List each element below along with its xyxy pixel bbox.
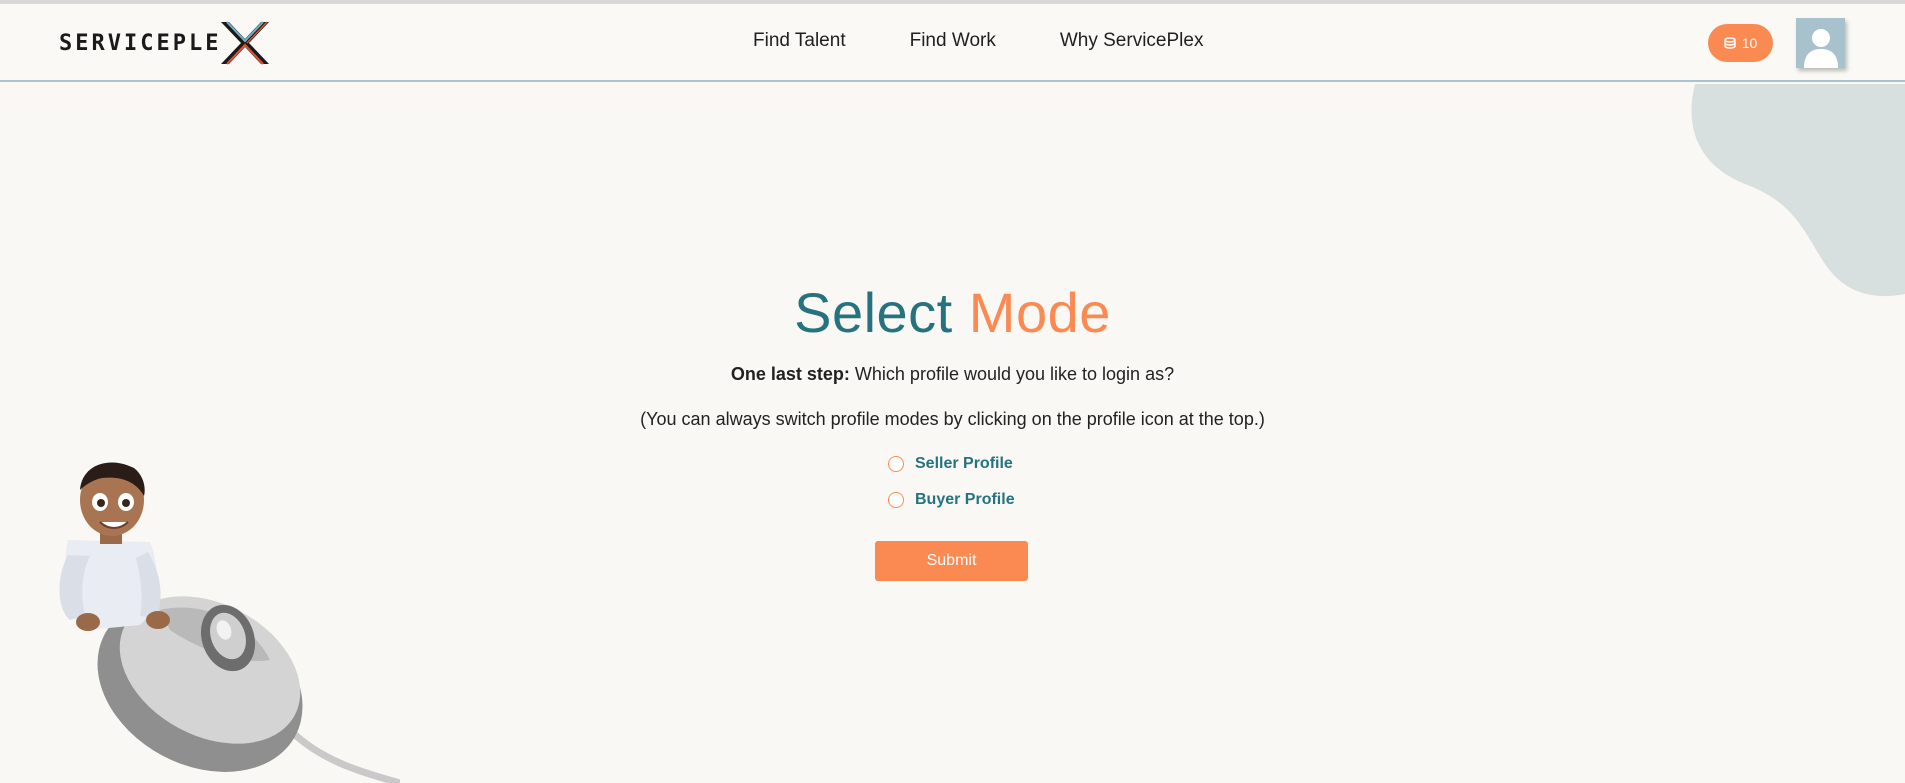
page: SERVICEPLE Find Talent Find Work Why Ser… [0, 0, 1905, 783]
subtitle-text: Which profile would you like to login as… [849, 364, 1175, 384]
mascot-with-mouse-illustration [59, 462, 400, 783]
nav-find-talent[interactable]: Find Talent [753, 30, 846, 52]
logo-text: SERVICEPLE [59, 30, 222, 56]
decorative-blob [1691, 84, 1905, 297]
site-header: SERVICEPLE Find Talent Find Work Why Ser… [0, 4, 1905, 82]
user-avatar-icon [1803, 29, 1838, 68]
submit-button[interactable]: Submit [875, 541, 1028, 581]
nav-why-serviceplex[interactable]: Why ServicePlex [1060, 30, 1204, 52]
coins-count: 10 [1741, 35, 1758, 51]
switch-hint: (You can always switch profile modes by … [640, 409, 1265, 429]
title-mode: Mode [968, 281, 1111, 344]
nav-find-work[interactable]: Find Work [910, 30, 996, 52]
subtitle-bold: One last step: [730, 364, 850, 384]
page-title: Select Mode [0, 280, 1905, 345]
seller-label: Seller Profile [915, 455, 1013, 472]
buyer-label: Buyer Profile [915, 491, 1015, 508]
coins-icon [1724, 37, 1736, 49]
title-select: Select [794, 281, 953, 344]
profile-avatar-button[interactable] [1796, 18, 1845, 68]
coins-badge[interactable]: 10 [1708, 24, 1773, 62]
option-seller-profile[interactable]: Seller Profile [888, 455, 1013, 473]
logo-x-mark-icon [221, 21, 270, 65]
subtitle: One last step: Which profile would you l… [0, 364, 1905, 385]
seller-radio[interactable] [888, 456, 904, 472]
main-nav: Find Talent Find Work Why ServicePlex [753, 30, 1203, 52]
option-buyer-profile[interactable]: Buyer Profile [888, 491, 1015, 509]
buyer-radio[interactable] [888, 492, 904, 508]
logo[interactable]: SERVICEPLE [59, 18, 271, 68]
